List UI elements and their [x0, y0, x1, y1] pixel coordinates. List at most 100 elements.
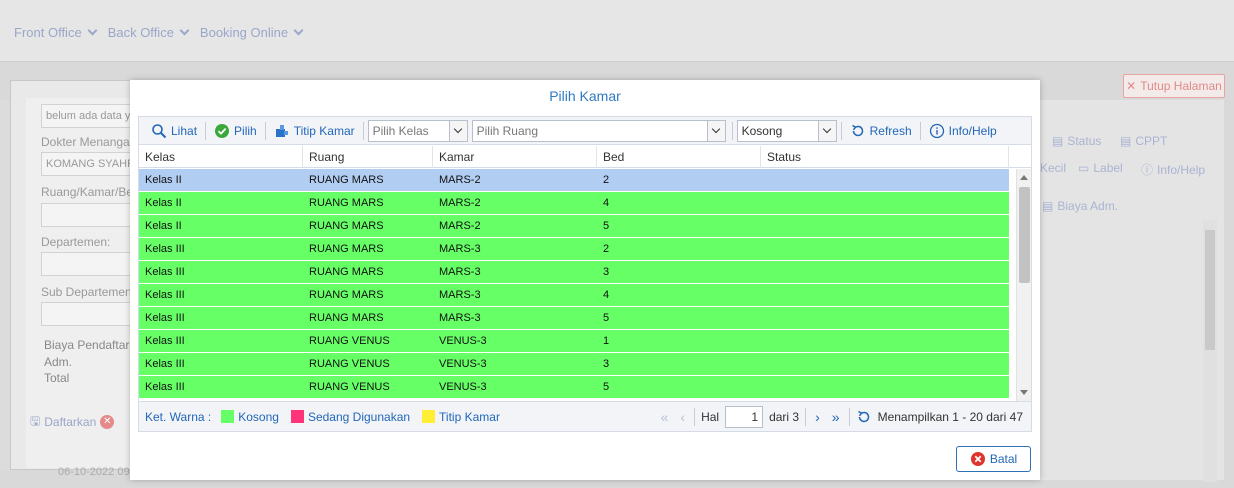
chevron-down-icon — [87, 25, 98, 36]
cell-kamar: MARS-3 — [439, 243, 481, 255]
column-header-kelas[interactable]: Kelas — [139, 146, 303, 168]
table-row[interactable]: Kelas II RUANG MARS MARS-2 5 — [139, 215, 1009, 238]
cell-ruang: RUANG MARS — [309, 266, 384, 278]
kecil-button[interactable]: Kecil — [1040, 161, 1066, 175]
cell-kamar: VENUS-3 — [439, 358, 487, 370]
background-scrollbar[interactable] — [1203, 220, 1217, 482]
adm-label: Adm. — [44, 355, 73, 369]
cell-status — [761, 215, 1009, 237]
info-icon — [929, 123, 944, 138]
puzzle-icon — [275, 124, 288, 137]
grid-scrollbar[interactable] — [1016, 169, 1031, 401]
refresh-icon — [851, 124, 863, 136]
pilih-button[interactable]: Pilih — [208, 120, 263, 142]
toolbar-separator — [731, 121, 733, 140]
label-button[interactable]: ▭ Label — [1078, 161, 1123, 175]
cell-bed: 2 — [603, 243, 610, 255]
cell-kamar: VENUS-3 — [439, 335, 487, 347]
chevron-down-icon[interactable] — [817, 120, 836, 141]
column-header-kamar[interactable]: Kamar — [433, 146, 597, 168]
dokter-label: Dokter Menangar — [41, 135, 131, 149]
table-row[interactable]: Kelas III RUANG VENUS VENUS-3 5 — [139, 376, 1009, 399]
toolbar-separator — [840, 121, 842, 140]
info-help-button[interactable]: Info/Help — [923, 120, 1003, 142]
biaya-adm-button[interactable]: ▤ Biaya Adm. — [1042, 199, 1118, 213]
chevron-down-icon — [293, 25, 304, 36]
cell-status — [761, 169, 1009, 191]
table-row[interactable]: Kelas II RUANG MARS MARS-2 2 — [139, 169, 1009, 192]
cell-ruang: RUANG MARS — [309, 312, 384, 324]
departemen-field — [41, 252, 131, 276]
cell-kelas: Kelas III — [145, 289, 185, 301]
batal-button[interactable]: Batal — [956, 446, 1031, 472]
column-header-status[interactable]: Status — [761, 146, 1009, 168]
cell-bed: 1 — [603, 335, 610, 347]
table-row[interactable]: Kelas III RUANG MARS MARS-3 3 — [139, 261, 1009, 284]
refresh-icon[interactable] — [856, 409, 872, 425]
top-navigation: Front Office Back Office Booking Online — [0, 0, 1234, 62]
scrollbar-thumb[interactable] — [1019, 187, 1030, 283]
first-page-icon[interactable]: « — [658, 409, 672, 425]
cell-status — [761, 353, 1009, 375]
dialog-body: Lihat Pilih Titip Kamar Pilih Kelas Pili… — [138, 116, 1032, 432]
last-page-icon[interactable]: » — [829, 409, 843, 425]
lihat-button[interactable]: Lihat — [145, 120, 203, 142]
refresh-button[interactable]: Refresh — [844, 120, 918, 142]
status-button[interactable]: ▤ Status — [1052, 134, 1101, 148]
legend-item-sedang-digunakan: Sedang Digunakan — [290, 410, 410, 424]
scroll-up-icon[interactable] — [1020, 175, 1028, 180]
next-page-icon[interactable]: › — [812, 409, 823, 425]
prev-page-icon[interactable]: ‹ — [677, 409, 688, 425]
cell-kelas: Kelas III — [145, 358, 185, 370]
grid-rows: Kelas II RUANG MARS MARS-2 2 Kelas II RUANG M… — [139, 169, 1009, 401]
column-header-ruang[interactable]: Ruang — [303, 146, 433, 168]
cell-kamar: MARS-3 — [439, 289, 481, 301]
cell-bed: 3 — [603, 266, 610, 278]
scrollbar-thumb[interactable] — [1205, 230, 1215, 350]
scroll-down-icon[interactable] — [1020, 390, 1028, 395]
toolbar-separator — [205, 121, 207, 140]
legend-item-kosong: Kosong — [221, 410, 279, 424]
menu-front-office[interactable]: Front Office — [14, 25, 98, 40]
daftarkan-button[interactable]: 🖫 Daftarkan ✕ — [30, 410, 130, 434]
menu-booking-online[interactable]: Booking Online — [200, 25, 304, 40]
status-select[interactable]: Kosong — [736, 119, 837, 142]
chevron-down-icon[interactable] — [706, 120, 725, 141]
pagination: « ‹ Hal 1 dari 3 › » Menampilkan 1 - 20 … — [658, 402, 1023, 432]
page-total-label: dari 3 — [769, 410, 800, 424]
page-label: Hal — [701, 410, 720, 424]
chevron-down-icon — [179, 25, 190, 36]
page-number-input[interactable]: 1 — [725, 406, 764, 428]
subdepartemen-field — [41, 302, 131, 326]
kelas-select[interactable]: Pilih Kelas — [367, 119, 468, 142]
table-row[interactable]: Kelas III RUANG MARS MARS-3 2 — [139, 238, 1009, 261]
chevron-down-icon[interactable] — [448, 120, 467, 141]
table-row[interactable]: Kelas III RUANG VENUS VENUS-3 1 — [139, 330, 1009, 353]
cell-bed: 2 — [603, 174, 610, 186]
table-row[interactable]: Kelas III RUANG MARS MARS-3 5 — [139, 307, 1009, 330]
cell-kamar: MARS-3 — [439, 266, 481, 278]
legend-swatch — [290, 410, 304, 423]
cell-kelas: Kelas III — [145, 312, 185, 324]
cell-ruang: RUANG VENUS — [309, 335, 390, 347]
cppt-button[interactable]: ▤ CPPT — [1120, 134, 1167, 148]
cell-ruang: RUANG VENUS — [309, 381, 390, 393]
page-summary: Menampilkan 1 - 20 dari 47 — [877, 410, 1023, 424]
cell-bed: 4 — [603, 197, 610, 209]
cell-kamar: MARS-2 — [439, 197, 481, 209]
tutup-halaman-button[interactable]: ✕ Tutup Halaman — [1123, 74, 1225, 98]
column-header-bed[interactable]: Bed — [597, 146, 761, 168]
table-row[interactable]: Kelas II RUANG MARS MARS-2 4 — [139, 192, 1009, 215]
save-icon: 🖫 — [30, 413, 41, 428]
ruang-select[interactable]: Pilih Ruang — [471, 119, 726, 142]
table-row[interactable]: Kelas III RUANG MARS MARS-3 4 — [139, 284, 1009, 307]
no-data-field: belum ada data y — [41, 104, 131, 128]
table-row[interactable]: Kelas III RUANG VENUS VENUS-3 3 — [139, 353, 1009, 376]
legend-swatch — [221, 410, 235, 423]
subdepartemen-label: Sub Departemen: — [41, 285, 131, 299]
bg-info-button[interactable]: ⓘ Info/Help — [1141, 161, 1205, 178]
menu-back-office[interactable]: Back Office — [108, 25, 190, 40]
cppt-icon: ▤ — [1120, 134, 1132, 148]
cell-kelas: Kelas III — [145, 381, 185, 393]
titip-kamar-button[interactable]: Titip Kamar — [268, 120, 361, 142]
